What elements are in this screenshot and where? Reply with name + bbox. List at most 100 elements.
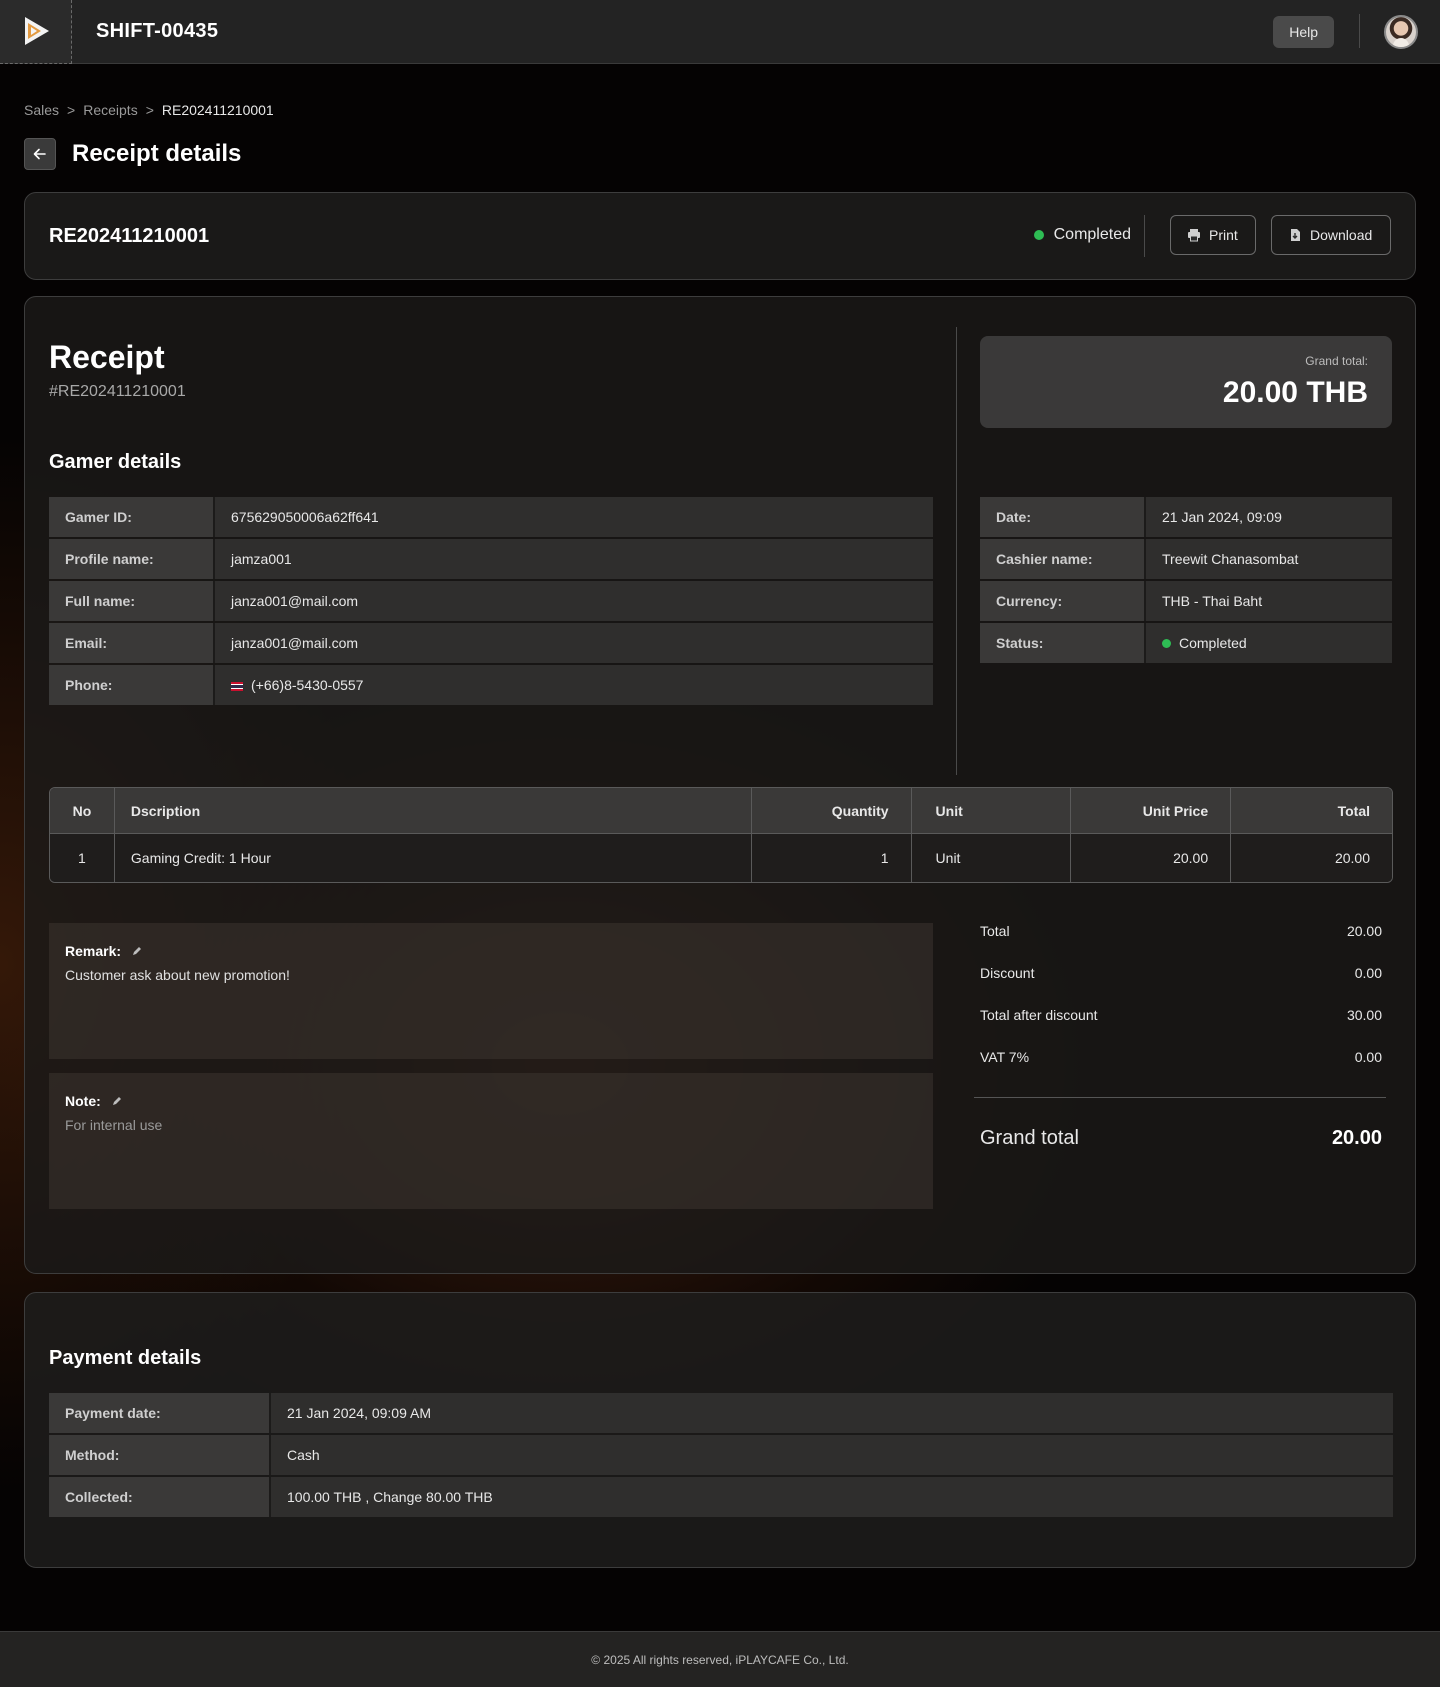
full-name-value: janza001@mail.com <box>213 581 933 621</box>
total-after-discount-value: 30.00 <box>1346 1007 1382 1023</box>
note-box[interactable]: Note: For internal use <box>49 1073 933 1209</box>
email-value: janza001@mail.com <box>213 623 933 663</box>
title-row: Receipt details <box>24 138 241 170</box>
grand-total-value: 20.00 THB <box>1222 376 1368 409</box>
table-row: 1 Gaming Credit: 1 Hour 1 Unit 20.00 20.… <box>50 834 1392 882</box>
item-quantity: 1 <box>751 834 912 882</box>
status-badge: Completed <box>1033 226 1131 244</box>
back-button[interactable] <box>24 138 56 170</box>
breadcrumb: Sales > Receipts > RE202411210001 <box>24 102 274 118</box>
help-button[interactable]: Help <box>1273 16 1334 48</box>
grand-total-row-label: Grand total <box>980 1127 1079 1149</box>
top-bar: SHIFT-00435 Help <box>0 0 1440 64</box>
printer-icon <box>1188 229 1200 242</box>
phone-value: (+66)8-5430-0557 <box>251 677 364 693</box>
table-row: Cashier name: Treewit Chanasombat <box>980 539 1392 579</box>
discount-value: 0.00 <box>1354 965 1382 981</box>
grand-total-row-value: 20.00 <box>1331 1127 1382 1149</box>
remark-box[interactable]: Remark: Customer ask about new promotion… <box>49 923 933 1059</box>
gamer-details-table: Gamer ID: 675629050006a62ff641 Profile n… <box>49 495 933 707</box>
date-value: 21 Jan 2024, 09:09 <box>1144 497 1392 537</box>
vat-value: 0.00 <box>1354 1049 1382 1065</box>
status-cell: Completed <box>1144 623 1392 663</box>
item-unit: Unit <box>911 834 1072 882</box>
grand-total-box: Grand total: 20.00 THB <box>980 336 1392 428</box>
download-file-icon <box>1291 229 1300 241</box>
note-label-row: Note: <box>65 1093 123 1109</box>
breadcrumb-item-sales[interactable]: Sales <box>24 102 59 118</box>
remark-label-row: Remark: <box>65 943 143 959</box>
table-row: Profile name: jamza001 <box>49 539 933 579</box>
pencil-icon[interactable] <box>111 1095 123 1107</box>
totals-divider <box>974 1097 1386 1098</box>
receipt-number: #RE202411210001 <box>49 383 186 400</box>
currency-value: THB - Thai Baht <box>1144 581 1392 621</box>
print-label: Print <box>1209 227 1238 243</box>
page-title: Receipt details <box>72 140 242 167</box>
payment-date-value: 21 Jan 2024, 09:09 AM <box>269 1393 1393 1433</box>
full-name-label: Full name: <box>49 581 213 621</box>
totals-row-discount: Discount 0.00 <box>980 965 1382 981</box>
user-avatar[interactable] <box>1384 15 1418 49</box>
totals-row-after-discount: Total after discount 30.00 <box>980 1007 1382 1023</box>
totals-row-total: Total 20.00 <box>980 923 1382 939</box>
payment-details-card: Payment details Payment date: 21 Jan 202… <box>24 1292 1416 1568</box>
status-label: Status: <box>980 623 1144 663</box>
header-divider <box>1359 14 1360 48</box>
column-header-total: Total <box>1231 788 1392 834</box>
app-title: SHIFT-00435 <box>96 20 219 42</box>
thailand-flag-icon <box>231 681 243 691</box>
grand-total-label: Grand total: <box>1305 354 1368 368</box>
vat-label: VAT 7% <box>980 1049 1030 1065</box>
remark-text: Customer ask about new promotion! <box>65 967 290 983</box>
currency-label: Currency: <box>980 581 1144 621</box>
table-row: Full name: janza001@mail.com <box>49 581 933 621</box>
logo[interactable] <box>0 0 72 64</box>
gamer-id-label: Gamer ID: <box>49 497 213 537</box>
breadcrumb-item-current: RE202411210001 <box>161 102 274 118</box>
payment-details-table: Payment date: 21 Jan 2024, 09:09 AM Meth… <box>49 1391 1393 1519</box>
method-label: Method: <box>49 1435 269 1475</box>
status-text: Completed <box>1053 226 1131 243</box>
phone-cell: (+66)8-5430-0557 <box>213 665 933 705</box>
receipt-info-table: Date: 21 Jan 2024, 09:09 Cashier name: T… <box>980 495 1392 665</box>
table-row: Payment date: 21 Jan 2024, 09:09 AM <box>49 1393 1393 1433</box>
table-header-row: No Dscription Quantity Unit Unit Price T… <box>50 788 1392 834</box>
item-total: 20.00 <box>1231 834 1392 882</box>
table-row: Email: janza001@mail.com <box>49 623 933 663</box>
column-divider <box>956 327 957 775</box>
collected-value: 100.00 THB , Change 80.00 THB <box>269 1477 1393 1517</box>
collected-label: Collected: <box>49 1477 269 1517</box>
table-row: Phone: (+66)8-5430-0557 <box>49 665 933 705</box>
profile-name-value: jamza001 <box>213 539 933 579</box>
summary-divider <box>1144 215 1145 257</box>
arrow-left-icon <box>33 148 46 160</box>
item-unit-price: 20.00 <box>1071 834 1232 882</box>
note-placeholder: For internal use <box>65 1117 163 1133</box>
total-value: 20.00 <box>1346 923 1382 939</box>
print-button[interactable]: Print <box>1170 215 1256 255</box>
gamer-id-value: 675629050006a62ff641 <box>213 497 933 537</box>
receipt-heading: Receipt <box>49 339 165 375</box>
gamer-details-title: Gamer details <box>49 451 182 473</box>
table-row: Date: 21 Jan 2024, 09:09 <box>980 497 1392 537</box>
table-row: Gamer ID: 675629050006a62ff641 <box>49 497 933 537</box>
breadcrumb-separator: > <box>67 102 76 118</box>
receipt-card: Receipt #RE202411210001 Gamer details Gr… <box>24 296 1416 1274</box>
breadcrumb-item-receipts[interactable]: Receipts <box>83 102 137 118</box>
receipt-summary-card: RE202411210001 Completed Print Download <box>24 192 1416 280</box>
column-header-quantity: Quantity <box>751 788 912 834</box>
grand-total-row: Grand total 20.00 <box>980 1127 1382 1150</box>
method-value: Cash <box>269 1435 1393 1475</box>
cashier-name-label: Cashier name: <box>980 539 1144 579</box>
total-after-discount-label: Total after discount <box>980 1007 1098 1023</box>
note-label: Note: <box>65 1093 101 1109</box>
phone-label: Phone: <box>49 665 213 705</box>
remark-label: Remark: <box>65 943 122 959</box>
status-dot-icon <box>1033 230 1044 240</box>
table-row: Collected: 100.00 THB , Change 80.00 THB <box>49 1477 1393 1517</box>
pencil-icon[interactable] <box>131 945 143 957</box>
download-label: Download <box>1310 227 1373 243</box>
download-button[interactable]: Download <box>1271 215 1391 255</box>
column-header-unit: Unit <box>911 788 1072 834</box>
